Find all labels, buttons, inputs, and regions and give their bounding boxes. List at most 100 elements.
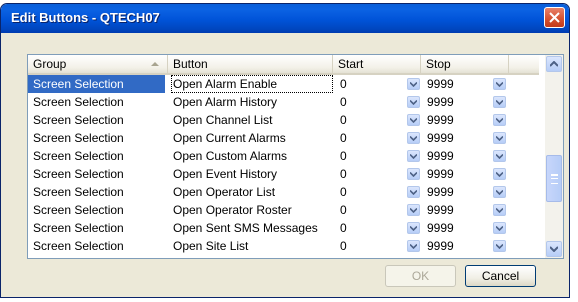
cell-start[interactable]: 0: [340, 75, 347, 93]
cell-stop[interactable]: 9999: [427, 237, 454, 255]
cell-stop[interactable]: 9999: [427, 147, 454, 165]
table-row[interactable]: Screen Selection Open Alarm Enable 0 9999: [28, 75, 539, 93]
start-dropdown-button[interactable]: [407, 132, 420, 144]
start-dropdown-button[interactable]: [407, 78, 420, 90]
dropdown-arrow-icon: [496, 135, 503, 141]
cell-stop[interactable]: 9999: [427, 183, 454, 201]
dropdown-arrow-icon: [410, 189, 417, 195]
start-dropdown-button[interactable]: [407, 186, 420, 198]
cell-group[interactable]: Screen Selection: [33, 219, 169, 237]
stop-dropdown-button[interactable]: [493, 186, 506, 198]
column-header-stop[interactable]: Stop: [421, 55, 509, 73]
table-row[interactable]: Screen Selection Open Custom Alarms 0 9999: [28, 147, 539, 165]
stop-dropdown-button[interactable]: [493, 114, 506, 126]
cell-stop[interactable]: 9999: [427, 165, 454, 183]
grid-rows: Screen Selection Open Alarm Enable 0 9999 Sc…: [28, 75, 539, 255]
dropdown-arrow-icon: [410, 99, 417, 105]
cell-button[interactable]: Open Sent SMS Messages: [173, 219, 333, 237]
start-dropdown-button[interactable]: [407, 168, 420, 180]
buttons-grid[interactable]: Group Button Start Stop Screen Selection…: [27, 54, 564, 259]
table-row[interactable]: Screen Selection Open Sent SMS Messages 0 9…: [28, 219, 539, 237]
start-dropdown-button[interactable]: [407, 240, 420, 252]
cell-stop[interactable]: 9999: [427, 129, 454, 147]
cell-button[interactable]: Open Site List: [173, 237, 333, 255]
cell-group[interactable]: Screen Selection: [33, 237, 169, 255]
column-header-stop-label: Stop: [426, 57, 451, 71]
cell-button[interactable]: Open Alarm Enable: [171, 75, 333, 93]
table-row[interactable]: Screen Selection Open Operator Roster 0 999…: [28, 201, 539, 219]
cell-group[interactable]: Screen Selection: [33, 147, 169, 165]
scroll-up-button[interactable]: [546, 56, 562, 72]
column-header-group[interactable]: Group: [28, 55, 168, 73]
scroll-down-button[interactable]: [546, 241, 562, 257]
close-button[interactable]: [544, 7, 565, 28]
start-dropdown-button[interactable]: [407, 222, 420, 234]
scroll-thumb[interactable]: [546, 155, 562, 202]
column-header-start[interactable]: Start: [333, 55, 421, 73]
cancel-button[interactable]: Cancel: [465, 265, 536, 287]
table-row[interactable]: Screen Selection Open Operator List 0 9999: [28, 183, 539, 201]
cell-start[interactable]: 0: [340, 129, 347, 147]
edit-buttons-dialog: Edit Buttons - QTECH07 Group Button Star…: [0, 3, 570, 298]
cell-start[interactable]: 0: [340, 111, 347, 129]
stop-dropdown-button[interactable]: [493, 132, 506, 144]
stop-dropdown-button[interactable]: [493, 204, 506, 216]
dropdown-arrow-icon: [496, 225, 503, 231]
cell-start[interactable]: 0: [340, 237, 347, 255]
cell-start[interactable]: 0: [340, 147, 347, 165]
cell-group[interactable]: Screen Selection: [28, 75, 165, 93]
dropdown-arrow-icon: [496, 207, 503, 213]
cell-stop[interactable]: 9999: [427, 75, 454, 93]
stop-dropdown-button[interactable]: [493, 78, 506, 90]
stop-dropdown-button[interactable]: [493, 150, 506, 162]
cell-button[interactable]: Open Operator List: [173, 183, 333, 201]
dropdown-arrow-icon: [496, 243, 503, 249]
table-row[interactable]: Screen Selection Open Channel List 0 9999: [28, 111, 539, 129]
table-row[interactable]: Screen Selection Open Current Alarms 0 9999: [28, 129, 539, 147]
cell-button[interactable]: Open Event History: [173, 165, 333, 183]
cell-group[interactable]: Screen Selection: [33, 111, 169, 129]
cell-group[interactable]: Screen Selection: [33, 201, 169, 219]
window-title: Edit Buttons - QTECH07: [11, 10, 160, 25]
stop-dropdown-button[interactable]: [493, 222, 506, 234]
cell-start[interactable]: 0: [340, 165, 347, 183]
table-row[interactable]: Screen Selection Open Event History 0 9999: [28, 165, 539, 183]
cell-group[interactable]: Screen Selection: [33, 183, 169, 201]
cell-start[interactable]: 0: [340, 219, 347, 237]
ok-button[interactable]: OK: [385, 265, 456, 287]
cell-button[interactable]: Open Current Alarms: [173, 129, 333, 147]
dropdown-arrow-icon: [410, 207, 417, 213]
sort-ascending-icon: [151, 62, 159, 66]
stop-dropdown-button[interactable]: [493, 96, 506, 108]
cell-button[interactable]: Open Custom Alarms: [173, 147, 333, 165]
cell-group[interactable]: Screen Selection: [33, 165, 169, 183]
start-dropdown-button[interactable]: [407, 204, 420, 216]
cell-button[interactable]: Open Alarm History: [173, 93, 333, 111]
cell-start[interactable]: 0: [340, 201, 347, 219]
dropdown-arrow-icon: [410, 81, 417, 87]
cell-group[interactable]: Screen Selection: [33, 93, 169, 111]
column-header-start-label: Start: [338, 57, 364, 71]
cell-button[interactable]: Open Operator Roster: [173, 201, 333, 219]
title-bar[interactable]: Edit Buttons - QTECH07: [1, 4, 569, 33]
start-dropdown-button[interactable]: [407, 96, 420, 108]
start-dropdown-button[interactable]: [407, 150, 420, 162]
cell-stop[interactable]: 9999: [427, 219, 454, 237]
cell-stop[interactable]: 9999: [427, 93, 454, 111]
stop-dropdown-button[interactable]: [493, 240, 506, 252]
table-row[interactable]: Screen Selection Open Alarm History 0 9999: [28, 93, 539, 111]
cell-group[interactable]: Screen Selection: [33, 129, 169, 147]
dropdown-arrow-icon: [496, 171, 503, 177]
cell-button[interactable]: Open Channel List: [173, 111, 333, 129]
vertical-scrollbar[interactable]: [545, 55, 563, 258]
dropdown-arrow-icon: [496, 99, 503, 105]
table-row[interactable]: Screen Selection Open Site List 0 9999: [28, 237, 539, 255]
cell-start[interactable]: 0: [340, 93, 347, 111]
cell-start[interactable]: 0: [340, 183, 347, 201]
stop-dropdown-button[interactable]: [493, 168, 506, 180]
cell-stop[interactable]: 9999: [427, 201, 454, 219]
cell-stop[interactable]: 9999: [427, 111, 454, 129]
dropdown-arrow-icon: [410, 135, 417, 141]
column-header-button[interactable]: Button: [168, 55, 333, 73]
start-dropdown-button[interactable]: [407, 114, 420, 126]
